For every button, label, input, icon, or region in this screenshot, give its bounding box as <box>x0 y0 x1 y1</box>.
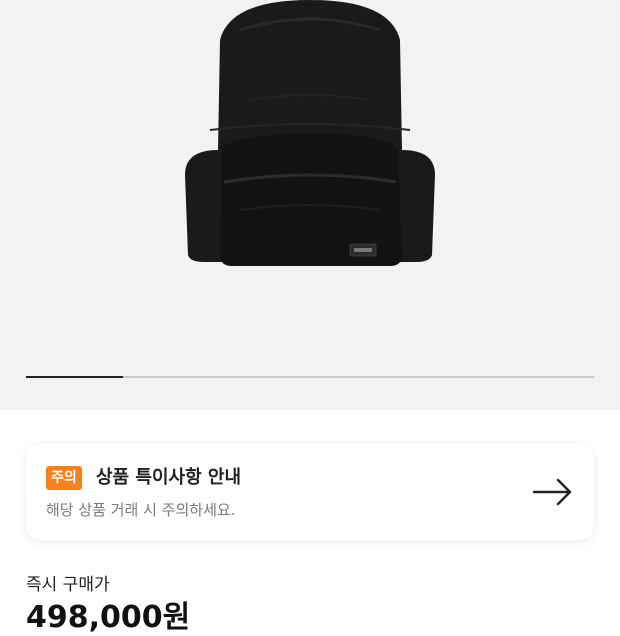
product-image[interactable] <box>180 0 440 270</box>
notice-subtitle: 해당 상품 거래 시 주의하세요. <box>46 501 236 519</box>
instant-buy-price-label: 즉시 구매가 <box>26 575 110 595</box>
notice-title: 상품 특이사항 안내 <box>96 467 242 488</box>
instant-buy-price-value: 498,000원 <box>26 600 191 635</box>
gallery-slider-progress <box>26 376 123 378</box>
product-image-area[interactable] <box>0 0 620 410</box>
arrow-right-icon[interactable] <box>532 476 574 508</box>
product-notice-card[interactable]: 주의 상품 특이사항 안내 해당 상품 거래 시 주의하세요. <box>26 444 594 540</box>
caution-badge: 주의 <box>46 466 82 490</box>
gallery-slider[interactable] <box>26 376 594 378</box>
